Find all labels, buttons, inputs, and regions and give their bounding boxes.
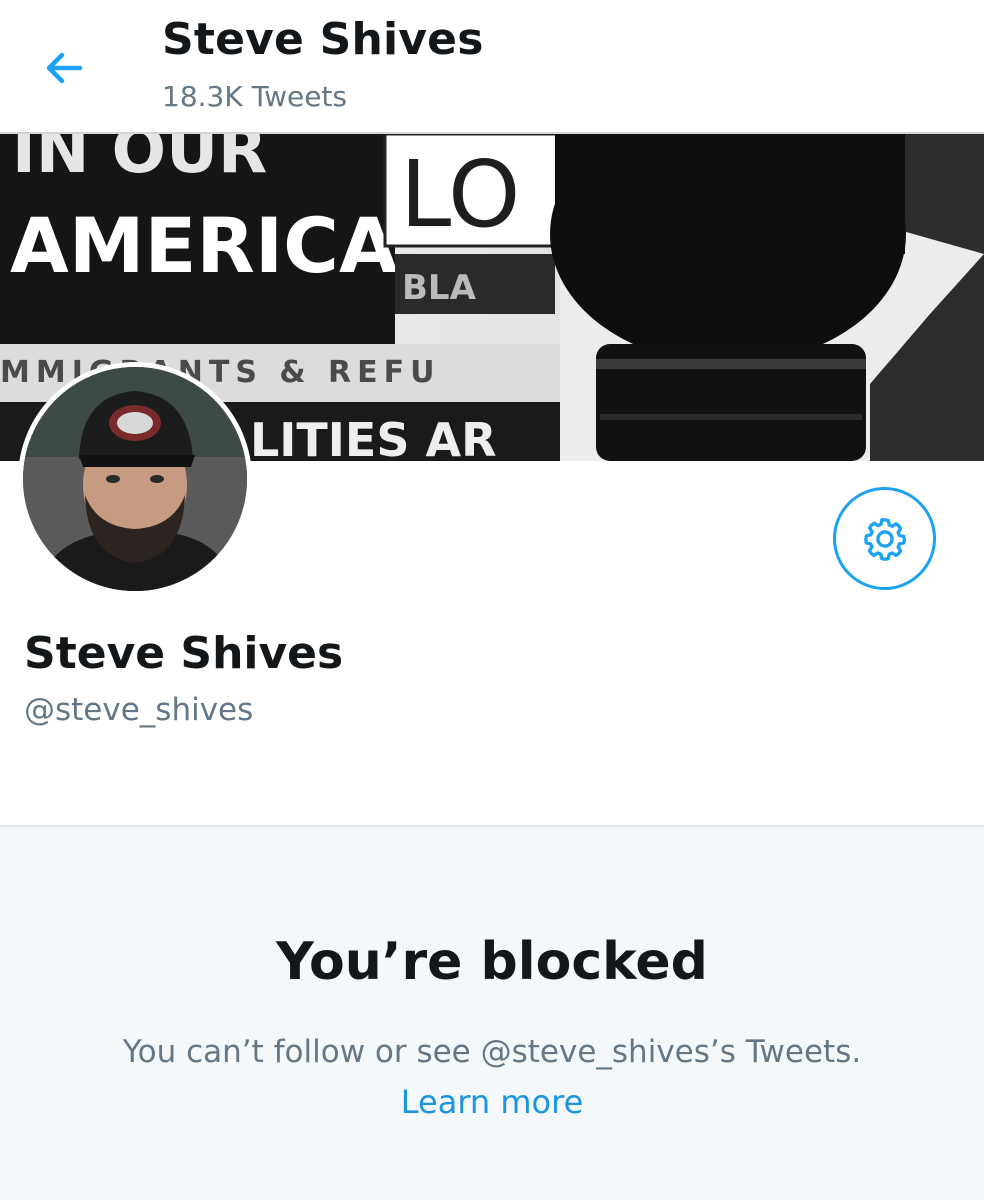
settings-button[interactable] [833, 487, 936, 590]
profile-handle: @steve_shives [24, 692, 254, 728]
top-bar: Steve Shives 18.3K Tweets [0, 0, 984, 134]
arrow-left-icon [46, 52, 83, 84]
back-button[interactable] [36, 42, 92, 94]
header-title: Steve Shives [162, 14, 484, 65]
blocked-title: You’re blocked [276, 932, 708, 992]
blocked-panel: You’re blocked You can’t follow or see @… [0, 825, 984, 1200]
banner-text-line4: LITIES AR [250, 413, 497, 461]
banner-text-line2: AMERICA [10, 201, 398, 290]
banner-text-box: LO [400, 141, 520, 248]
tweet-count: 18.3K Tweets [162, 80, 347, 113]
blocked-message: You can’t follow or see @steve_shives’s … [122, 1034, 862, 1070]
profile-avatar[interactable] [18, 362, 252, 596]
learn-more-link[interactable]: Learn more [0, 1083, 984, 1121]
banner-text-line1: IN OUR [12, 134, 267, 188]
profile-display-name: Steve Shives [24, 628, 344, 679]
avatar-image [23, 367, 247, 591]
banner-text-box-sub: BLA [402, 268, 477, 308]
gear-icon [863, 517, 906, 561]
